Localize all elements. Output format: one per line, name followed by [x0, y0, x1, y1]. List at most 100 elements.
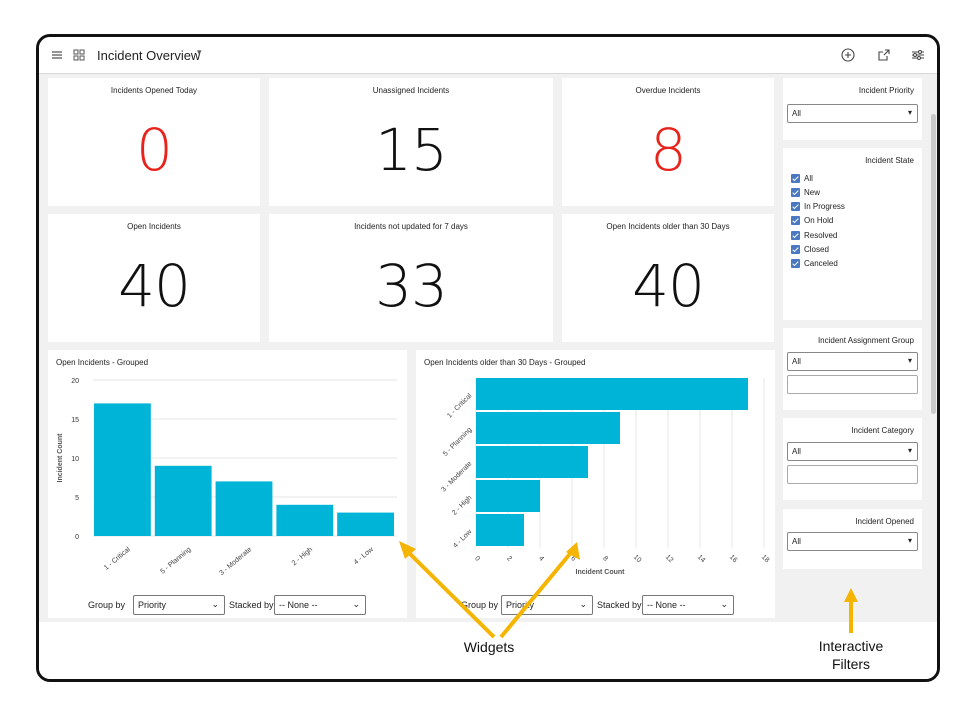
- vertical-scrollbar[interactable]: [931, 114, 936, 414]
- bar: [337, 512, 394, 536]
- stacked-by-select[interactable]: -- None -- ⌄: [274, 595, 366, 615]
- x-axis-title: Incident Count: [576, 569, 626, 576]
- state-option-resolved[interactable]: Resolved: [791, 229, 837, 241]
- x-tick-label: 6: [569, 555, 577, 563]
- dashboard-title[interactable]: Incident Overview: [97, 48, 200, 63]
- dashboard-canvas: Incidents Opened Today 0 Unassigned Inci…: [39, 74, 937, 622]
- filter-category: Incident Category All ▾: [783, 418, 922, 500]
- group-by-label: Group by: [88, 600, 126, 610]
- bar: [276, 504, 334, 536]
- y-tick-label: 2 - High: [451, 494, 473, 516]
- group-by-value: Priority: [138, 600, 167, 610]
- kpi-card-not-updated[interactable]: Incidents not updated for 7 days 33: [269, 214, 553, 342]
- checkbox-checked-icon[interactable]: [791, 244, 800, 254]
- hamburger-menu-icon[interactable]: [49, 47, 65, 63]
- kpi-title: Overdue Incidents: [635, 86, 701, 95]
- chevron-down-icon[interactable]: ▾: [197, 47, 202, 58]
- checkbox-checked-icon[interactable]: [791, 173, 800, 183]
- kpi-card-open[interactable]: Open Incidents 40: [48, 214, 260, 342]
- kpi-card-unassigned[interactable]: Unassigned Incidents 15: [269, 78, 553, 206]
- checkbox-checked-icon[interactable]: [791, 187, 800, 197]
- category-search-input[interactable]: [787, 465, 918, 484]
- kpi-card-older-30-days[interactable]: Open Incidents older than 30 Days 40: [562, 214, 774, 342]
- chart-card-open-grouped: Open Incidents - Grouped 0 5 10 15 20 1 - Cri…: [48, 350, 407, 618]
- opened-value: All: [792, 537, 801, 546]
- category-value: All: [792, 447, 801, 456]
- x-tick-label: 18: [760, 554, 771, 565]
- checkbox-checked-icon[interactable]: [791, 258, 800, 268]
- stacked-by-label: Stacked by: [229, 600, 274, 610]
- x-tick-label: 14: [696, 554, 707, 565]
- x-tick-label: 4 - Low: [353, 546, 376, 567]
- kpi-card-overdue[interactable]: Overdue Incidents 8: [562, 78, 774, 206]
- kpi-value: 0: [136, 116, 173, 184]
- filter-opened: Incident Opened All ▾: [783, 509, 922, 569]
- state-option-closed[interactable]: Closed: [791, 243, 829, 255]
- kpi-title: Incidents not updated for 7 days: [354, 222, 468, 231]
- filter-settings-icon[interactable]: [910, 47, 926, 63]
- filters-annotation-line2: Filters: [831, 656, 871, 672]
- caret-down-icon: ▾: [907, 536, 912, 545]
- stacked-by-value: -- None --: [647, 600, 686, 610]
- kpi-value: 33: [375, 252, 448, 320]
- option-label: Canceled: [804, 258, 838, 268]
- y-tick-label: 5: [75, 495, 79, 502]
- checkbox-checked-icon[interactable]: [791, 230, 800, 240]
- widgets-annotation-label: Widgets: [463, 639, 515, 655]
- dashboard-grid-icon[interactable]: [71, 47, 87, 63]
- chevron-down-icon: ⌄: [579, 599, 587, 609]
- priority-select[interactable]: All ▾: [787, 104, 918, 123]
- group-by-select[interactable]: Priority ⌄: [133, 595, 225, 615]
- kpi-title: Open Incidents: [127, 222, 181, 231]
- x-tick-label: 12: [664, 554, 675, 565]
- x-tick-label: 8: [601, 555, 609, 563]
- assignment-group-search-input[interactable]: [787, 375, 918, 394]
- priority-select-value: All: [792, 109, 801, 118]
- chevron-down-icon: ⌄: [211, 599, 219, 609]
- option-label: Closed: [804, 244, 829, 254]
- bar-chart-open-grouped[interactable]: 0 5 10 15 20 1 - Critical 5 - Planning 3 - Mode…: [48, 350, 407, 575]
- chevron-down-icon: ⌄: [720, 599, 728, 609]
- kpi-card-opened-today[interactable]: Incidents Opened Today 0: [48, 78, 260, 206]
- state-option-new[interactable]: New: [791, 186, 820, 198]
- opened-select[interactable]: All ▾: [787, 532, 918, 551]
- y-axis-title: Incident Count: [57, 433, 64, 483]
- bar: [476, 378, 748, 410]
- filter-assignment-group: Incident Assignment Group All ▾: [783, 328, 922, 410]
- x-tick-label: 16: [728, 554, 739, 565]
- group-by-select[interactable]: Priority ⌄: [501, 595, 593, 615]
- filter-title: Incident State: [865, 156, 914, 165]
- y-tick-label: 3 - Moderate: [440, 460, 473, 493]
- state-option-all[interactable]: All: [791, 172, 813, 184]
- checkbox-checked-icon[interactable]: [791, 215, 800, 225]
- chevron-down-icon: ⌄: [352, 599, 360, 609]
- share-export-icon[interactable]: [876, 47, 892, 63]
- category-select[interactable]: All ▾: [787, 442, 918, 461]
- x-tick-label: 4: [537, 555, 545, 563]
- state-option-canceled[interactable]: Canceled: [791, 257, 838, 269]
- kpi-value: 15: [375, 116, 448, 184]
- stacked-by-select[interactable]: -- None -- ⌄: [642, 595, 734, 615]
- state-option-in-progress[interactable]: In Progress: [791, 200, 845, 212]
- assignment-group-select[interactable]: All ▾: [787, 352, 918, 371]
- add-circle-icon[interactable]: [840, 47, 856, 63]
- caret-down-icon: ▾: [907, 446, 912, 455]
- filter-title: Incident Category: [851, 426, 914, 435]
- x-tick-label: 10: [632, 554, 643, 565]
- kpi-value: 40: [632, 252, 705, 320]
- y-tick-label: 15: [71, 417, 79, 424]
- filter-title: Incident Assignment Group: [817, 336, 914, 345]
- y-tick-label: 1 - Critical: [446, 392, 474, 420]
- top-bar: Incident Overview ▾: [39, 37, 937, 74]
- group-by-value: Priority: [506, 600, 535, 610]
- assignment-group-value: All: [792, 357, 801, 366]
- kpi-value: 8: [650, 116, 687, 184]
- state-option-on-hold[interactable]: On Hold: [791, 214, 833, 226]
- x-tick-label: 3 - Moderate: [218, 546, 253, 575]
- bar: [476, 480, 540, 512]
- checkbox-checked-icon[interactable]: [791, 201, 800, 211]
- option-label: On Hold: [804, 215, 834, 225]
- bar-chart-older-30-grouped[interactable]: 0 2 4 6 8 10 12 14 16 18 1 - Critical 5 - Planning3…: [416, 350, 775, 580]
- x-tick-label: 5 - Planning: [159, 546, 192, 575]
- filters-annotation-line1: Interactive: [818, 638, 884, 654]
